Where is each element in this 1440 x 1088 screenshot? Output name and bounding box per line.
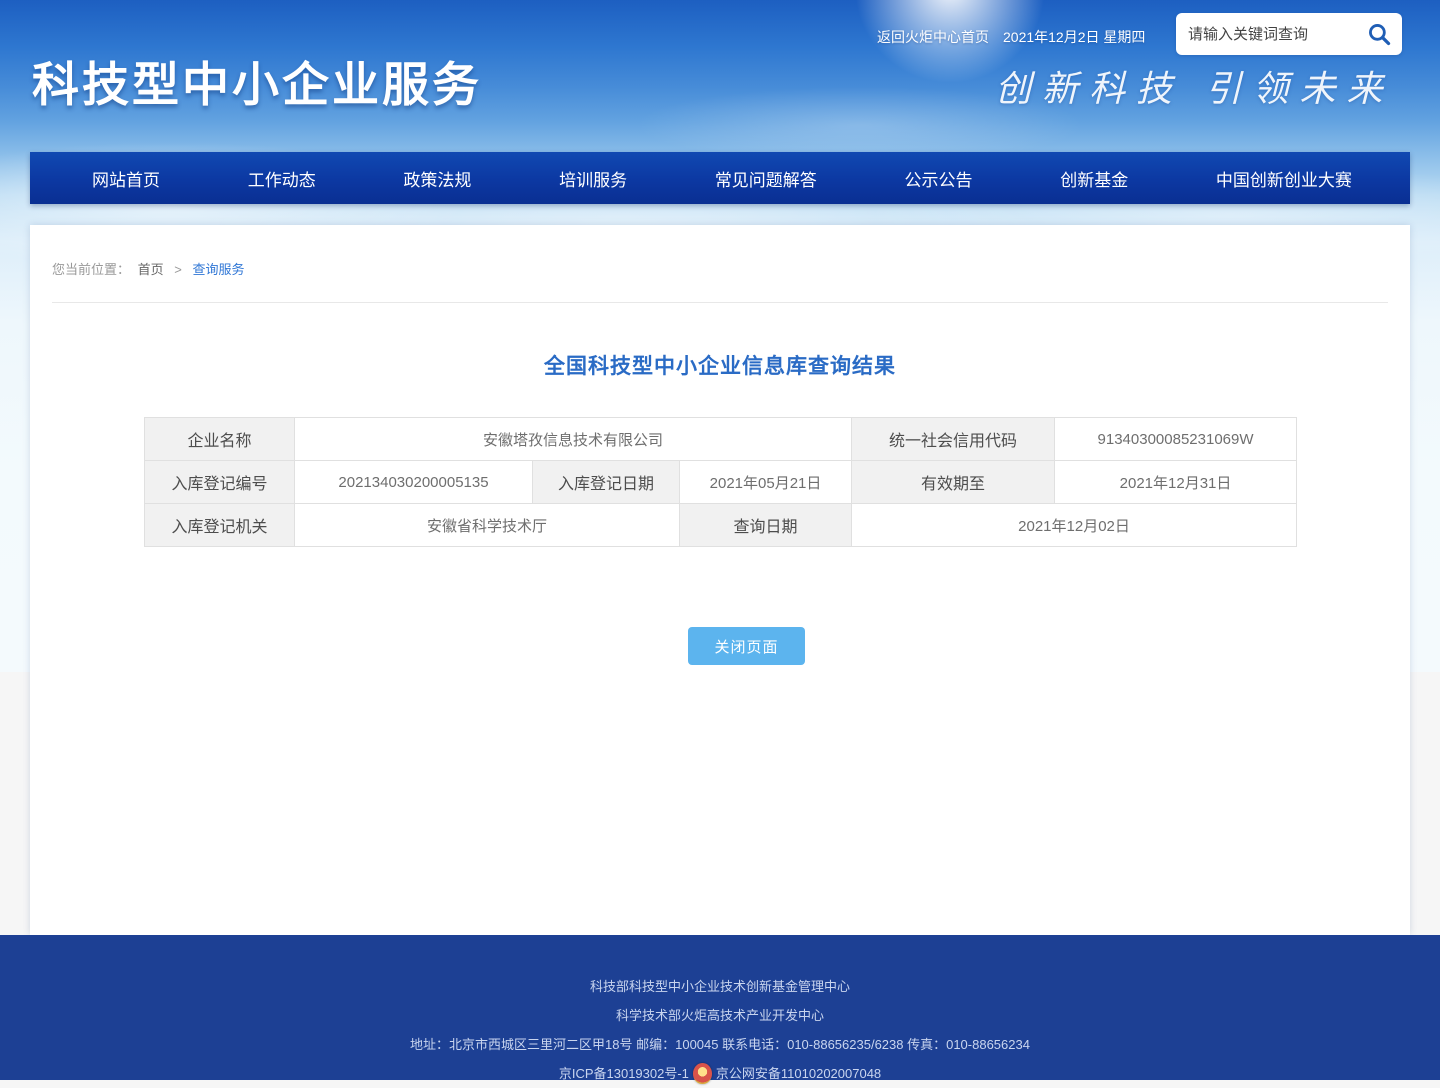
breadcrumb-current-link[interactable]: 查询服务 [193, 262, 245, 277]
nav-item-faq[interactable]: 常见问题解答 [715, 166, 817, 191]
footer-address-line: 地址：北京市西城区三里河二区甲18号 邮编：100045 联系电话：010-88… [0, 1030, 1440, 1059]
cell-registration-date-value: 2021年05月21日 [680, 461, 852, 504]
content-card: 您当前位置： 首页 > 查询服务 全国科技型中小企业信息库查询结果 企业名称 安… [30, 225, 1410, 935]
cell-valid-until-value: 2021年12月31日 [1055, 461, 1297, 504]
nav-item-policies[interactable]: 政策法规 [403, 166, 471, 191]
search-input[interactable] [1188, 26, 1364, 43]
police-registration-link[interactable]: 京公网安备11010202007048 [716, 1059, 881, 1088]
search-button[interactable] [1364, 19, 1394, 49]
nav-item-home[interactable]: 网站首页 [92, 166, 160, 191]
search-box [1176, 13, 1402, 55]
cell-query-date-label: 查询日期 [680, 504, 852, 547]
cell-registration-authority-value: 安徽省科学技术厅 [295, 504, 680, 547]
cell-registration-number-value: 202134030200005135 [295, 461, 533, 504]
footer-beian-line: 京ICP备13019302号-1 京公网安备11010202007048 [0, 1059, 1440, 1088]
breadcrumb-separator: > [174, 262, 182, 277]
cell-query-date-value: 2021年12月02日 [852, 504, 1297, 547]
table-row-registration: 入库登记编号 202134030200005135 入库登记日期 2021年05… [145, 461, 1297, 504]
site-slogan: 创新科技 引领未来 [995, 60, 1393, 112]
cell-registration-authority-label: 入库登记机关 [145, 504, 295, 547]
footer-org-line-2: 科学技术部火炬高技术产业开发中心 [0, 1001, 1440, 1030]
cell-registration-date-label: 入库登记日期 [533, 461, 680, 504]
table-row-authority: 入库登记机关 安徽省科学技术厅 查询日期 2021年12月02日 [145, 504, 1297, 547]
query-result-table: 企业名称 安徽塔孜信息技术有限公司 统一社会信用代码 9134030008523… [144, 417, 1297, 547]
icp-license-link[interactable]: 京ICP备13019302号-1 [559, 1059, 689, 1088]
table-row-company: 企业名称 安徽塔孜信息技术有限公司 统一社会信用代码 9134030008523… [145, 418, 1297, 461]
nav-item-work-news[interactable]: 工作动态 [248, 166, 316, 191]
torch-center-home-link[interactable]: 返回火炬中心首页 [877, 27, 989, 47]
current-date: 2021年12月2日 星期四 [1003, 27, 1145, 47]
breadcrumb-home-link[interactable]: 首页 [138, 262, 164, 277]
cell-credit-code-label: 统一社会信用代码 [852, 418, 1055, 461]
site-logo[interactable]: 科技型中小企业服务 [32, 46, 482, 115]
nav-item-training[interactable]: 培训服务 [559, 166, 627, 191]
breadcrumb-prefix: 您当前位置： [52, 262, 130, 277]
cell-credit-code-value: 91340300085231069W [1055, 418, 1297, 461]
footer-org-line-1: 科技部科技型中小企业技术创新基金管理中心 [0, 972, 1440, 1001]
nav-item-innovation-fund[interactable]: 创新基金 [1060, 166, 1128, 191]
nav-item-innovation-competition[interactable]: 中国创新创业大赛 [1216, 166, 1352, 191]
close-page-button[interactable]: 关闭页面 [688, 627, 805, 665]
cell-valid-until-label: 有效期至 [852, 461, 1055, 504]
page-title: 全国科技型中小企业信息库查询结果 [30, 350, 1410, 380]
cell-company-name-value: 安徽塔孜信息技术有限公司 [295, 418, 852, 461]
search-icon [1366, 21, 1392, 47]
site-footer: 科技部科技型中小企业技术创新基金管理中心 科学技术部火炬高技术产业开发中心 地址… [0, 935, 1440, 1080]
police-badge-icon [693, 1063, 712, 1084]
cell-registration-number-label: 入库登记编号 [145, 461, 295, 504]
nav-item-announcements[interactable]: 公示公告 [905, 166, 973, 191]
main-nav: 网站首页 工作动态 政策法规 培训服务 常见问题解答 公示公告 创新基金 中国创… [30, 152, 1410, 204]
breadcrumb: 您当前位置： 首页 > 查询服务 [52, 259, 1388, 303]
cell-company-name-label: 企业名称 [145, 418, 295, 461]
